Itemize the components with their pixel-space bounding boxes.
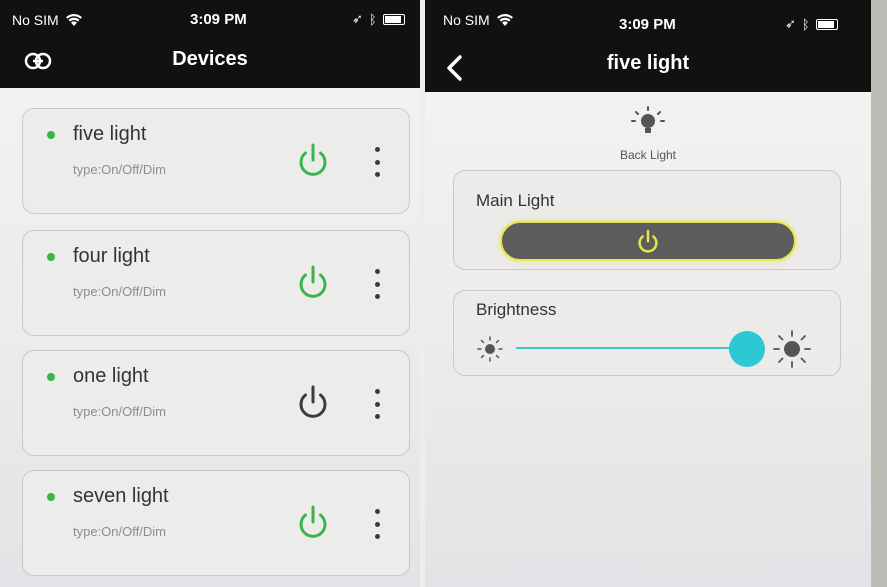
- page-title: Devices: [172, 48, 248, 70]
- brightness-slider-track[interactable]: [516, 347, 748, 349]
- carrier-group: No SIM: [443, 12, 514, 28]
- back-light-label: Back Light: [619, 148, 677, 162]
- more-options-icon[interactable]: [371, 389, 383, 419]
- main-light-panel: Main Light: [453, 170, 841, 270]
- more-options-icon[interactable]: [371, 509, 383, 539]
- online-indicator: [47, 253, 55, 261]
- status-bar: No SIM 3:09 PM ➶ ᛒ: [425, 0, 887, 40]
- carrier-label: No SIM: [443, 12, 490, 28]
- device-type: type:On/Off/Dim: [73, 524, 166, 539]
- device-name: five light: [73, 123, 147, 145]
- more-options-icon[interactable]: [371, 269, 383, 299]
- wifi-icon: [496, 14, 513, 26]
- screen-bezel: [871, 0, 887, 587]
- battery-icon: [815, 18, 838, 30]
- battery-icon: [382, 13, 405, 25]
- device-detail-screen: No SIM 3:09 PM ➶ ᛒ five light Back Light…: [425, 0, 887, 587]
- sun-small-icon: [477, 336, 503, 362]
- sun-large-icon: [773, 330, 811, 368]
- nav-bar: five light: [425, 44, 887, 92]
- online-indicator: [47, 493, 55, 501]
- main-light-label: Main Light: [476, 191, 555, 210]
- device-name: seven light: [73, 485, 169, 507]
- bluetooth-icon: ᛒ: [801, 16, 810, 32]
- status-right-icons: ➶ ᛒ: [785, 16, 838, 32]
- power-icon[interactable]: [293, 503, 333, 543]
- status-right-icons: ➶ ᛒ: [352, 11, 405, 27]
- device-type: type:On/Off/Dim: [73, 162, 166, 177]
- device-type: type:On/Off/Dim: [73, 284, 166, 299]
- brightness-slider-thumb[interactable]: [729, 331, 765, 367]
- bluetooth-icon: ᛒ: [368, 11, 377, 27]
- device-card-seven-light[interactable]: seven light type:On/Off/Dim: [22, 470, 410, 576]
- device-list: five light type:On/Off/Dim four light ty…: [0, 88, 420, 587]
- power-icon: [638, 229, 658, 253]
- location-arrow-icon: ➶: [785, 16, 796, 31]
- carrier-label: No SIM: [12, 12, 59, 28]
- device-card-one-light[interactable]: one light type:On/Off/Dim: [22, 350, 410, 456]
- more-options-icon[interactable]: [371, 147, 383, 177]
- brightness-label: Brightness: [476, 300, 557, 319]
- status-bar: No SIM 3:09 PM ➶ ᛒ: [0, 0, 420, 40]
- devices-screen: No SIM 3:09 PM ➶ ᛒ Devices five light ty…: [0, 0, 420, 587]
- status-time: 3:09 PM: [619, 16, 676, 33]
- power-icon[interactable]: [293, 263, 333, 303]
- power-icon[interactable]: [293, 141, 333, 181]
- lightbulb-icon[interactable]: [630, 105, 666, 139]
- device-card-four-light[interactable]: four light type:On/Off/Dim: [22, 230, 410, 336]
- carrier-group: No SIM: [12, 12, 83, 28]
- device-name: one light: [73, 365, 149, 387]
- main-light-toggle-button[interactable]: [500, 221, 796, 261]
- location-arrow-icon: ➶: [352, 11, 363, 26]
- device-card-five-light[interactable]: five light type:On/Off/Dim: [22, 108, 410, 214]
- online-indicator: [47, 373, 55, 381]
- status-time: 3:09 PM: [190, 11, 247, 28]
- brightness-panel: Brightness: [453, 290, 841, 376]
- power-icon[interactable]: [293, 383, 333, 423]
- nav-bar: Devices: [0, 40, 420, 88]
- online-indicator: [47, 131, 55, 139]
- device-type: type:On/Off/Dim: [73, 404, 166, 419]
- wifi-icon: [65, 14, 82, 26]
- page-title: five light: [606, 52, 690, 74]
- device-name: four light: [73, 245, 150, 267]
